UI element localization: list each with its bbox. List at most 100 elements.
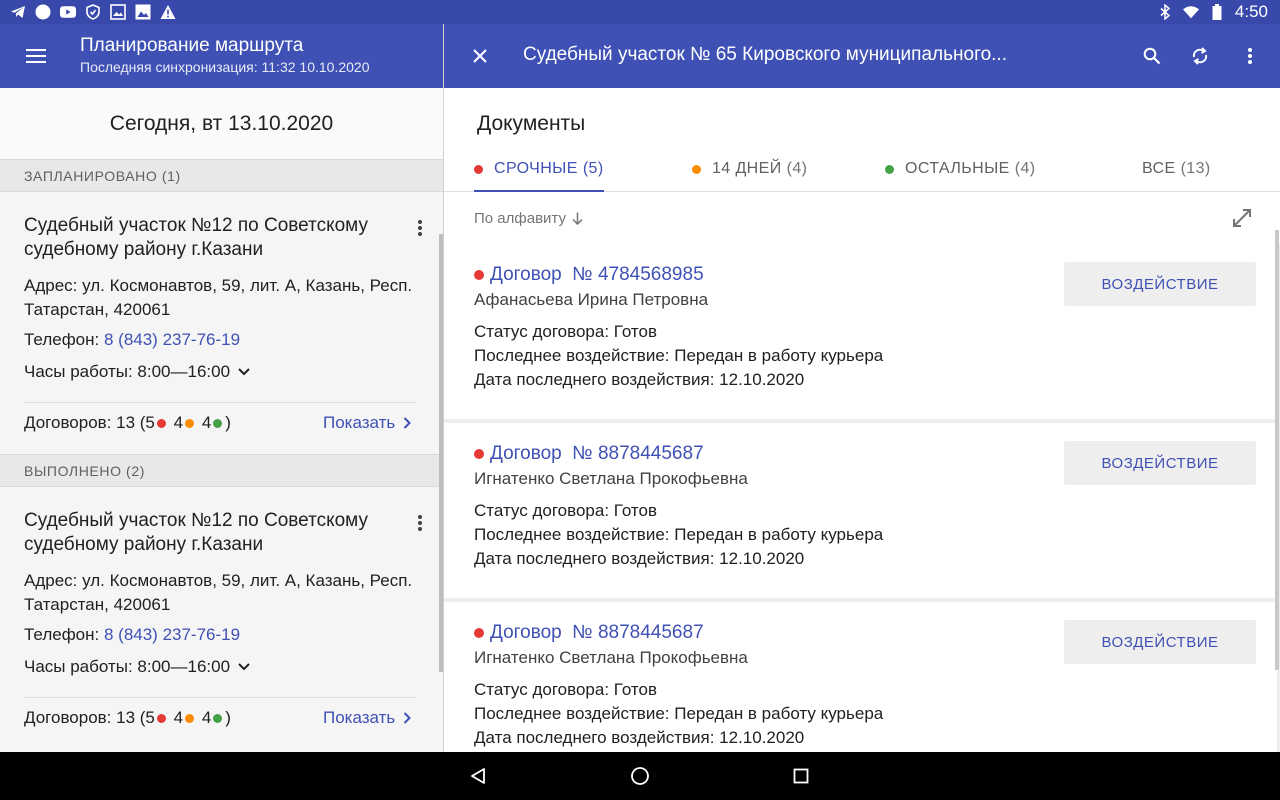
document-status: Статус договора: Готов: [474, 322, 657, 342]
telegram-icon: [10, 4, 26, 20]
document-last-action: Последнее воздействие: Передан в работу …: [474, 525, 883, 545]
tab-14-days[interactable]: 14 ДНЕЙ (4): [692, 150, 807, 192]
last-action-value: Передан в работу курьера: [674, 704, 884, 723]
vpn-shield-icon: [85, 4, 101, 20]
urgent-dot: [474, 449, 484, 459]
last-date-value: 12.10.2020: [719, 549, 805, 568]
more-vert-icon[interactable]: [408, 216, 432, 240]
sort-button[interactable]: По алфавиту: [474, 210, 584, 227]
chevron-down-icon[interactable]: [236, 659, 252, 675]
count-other: 4: [201, 708, 212, 727]
contracts-close: ): [225, 413, 231, 432]
document-card[interactable]: Договор № 8878445687 Игнатенко Светлана …: [444, 423, 1277, 598]
tab-label: 14 ДНЕЙ: [712, 160, 782, 177]
bluetooth-icon: [1157, 4, 1173, 20]
home-icon[interactable]: [628, 764, 652, 788]
right-toolbar: Судебный участок № 65 Кировского муницип…: [444, 24, 1280, 88]
close-icon[interactable]: [466, 42, 494, 70]
recents-icon[interactable]: [789, 764, 813, 788]
tab-all[interactable]: ВСЕ (13): [1142, 150, 1211, 192]
status-value: Готов: [613, 680, 658, 699]
left-toolbar-title: Планирование маршрута: [80, 35, 304, 56]
address-label: Адрес:: [24, 276, 78, 295]
sort-bar: По алфавиту: [444, 192, 1280, 244]
tab-other[interactable]: ОСТАЛЬНЫЕ (4): [885, 150, 1036, 192]
document-card[interactable]: Договор № 8878445687 Игнатенко Светлана …: [444, 602, 1277, 752]
14-days-dot: [692, 165, 701, 174]
urgent-dot: [474, 165, 483, 174]
route-stop-card[interactable]: Судебный участок №12 по Советскому судеб…: [0, 192, 439, 454]
phone-label: Телефон:: [24, 330, 100, 349]
tab-count: (4): [1014, 160, 1036, 177]
document-title: Договор № 8878445687: [490, 622, 704, 643]
action-button[interactable]: ВОЗДЕЙСТВИЕ: [1064, 441, 1256, 485]
last-action-value: Передан в работу курьера: [674, 346, 884, 365]
image-icon: [110, 4, 126, 20]
tab-count: (5): [582, 160, 604, 177]
phone-label: Телефон:: [24, 625, 100, 644]
stop-phone: Телефон: 8 (843) 237-76-19: [24, 330, 240, 350]
urgent-dot: [156, 713, 166, 723]
last-date-value: 12.10.2020: [719, 370, 805, 389]
route-stop-card[interactable]: Судебный участок №12 по Советскому судеб…: [0, 487, 439, 749]
stop-address: Адрес: ул. Космонавтов, 59, лит. А, Каза…: [24, 569, 424, 617]
back-icon[interactable]: [466, 764, 490, 788]
documents-title: Документы: [477, 112, 586, 135]
document-last-action: Последнее воздействие: Передан в работу …: [474, 346, 883, 366]
section-planned-header: ЗАПЛАНИРОВАНО (1): [0, 159, 443, 192]
phone-link[interactable]: 8 (843) 237-76-19: [104, 330, 240, 349]
document-link[interactable]: Договор № 8878445687: [474, 622, 704, 644]
show-label: Показать: [323, 708, 396, 727]
count-14-days: 4: [173, 413, 184, 432]
sync-icon[interactable]: [1186, 42, 1214, 70]
sync-status: Последняя синхронизация: 11:32 10.10.202…: [80, 59, 370, 75]
other-dot: [213, 418, 223, 428]
show-contracts-button[interactable]: Показать: [323, 413, 413, 433]
section-completed-header: ВЫПОЛНЕНО (2): [0, 454, 443, 487]
action-button[interactable]: ВОЗДЕЙСТВИЕ: [1064, 262, 1256, 306]
more-vert-icon[interactable]: [1236, 42, 1264, 70]
scrollbar[interactable]: [1275, 230, 1279, 670]
count-urgent: 5: [145, 708, 155, 727]
status-label: Статус договора:: [474, 680, 610, 699]
last-action-label: Последнее воздействие:: [474, 525, 670, 544]
stop-phone: Телефон: 8 (843) 237-76-19: [24, 625, 240, 645]
battery-icon: [1209, 4, 1225, 20]
divider: [24, 402, 416, 403]
circle-icon: [35, 4, 51, 20]
chevron-down-icon[interactable]: [236, 364, 252, 380]
document-last-action: Последнее воздействие: Передан в работу …: [474, 704, 883, 724]
document-link[interactable]: Договор № 4784568985: [474, 264, 704, 286]
document-link[interactable]: Договор № 8878445687: [474, 443, 704, 465]
tab-urgent[interactable]: СРОЧНЫЕ (5): [474, 150, 604, 192]
show-contracts-button[interactable]: Показать: [323, 708, 413, 728]
chevron-right-icon: [403, 711, 413, 725]
chevron-right-icon: [403, 416, 413, 430]
status-bar-notifications: [10, 3, 176, 21]
expand-icon[interactable]: [1230, 206, 1254, 230]
stop-address: Адрес: ул. Космонавтов, 59, лит. А, Каза…: [24, 274, 424, 322]
urgent-dot: [474, 628, 484, 638]
phone-link[interactable]: 8 (843) 237-76-19: [104, 625, 240, 644]
search-icon[interactable]: [1138, 42, 1166, 70]
more-vert-icon[interactable]: [408, 511, 432, 535]
document-card[interactable]: Договор № 4784568985 Афанасьева Ирина Пе…: [444, 244, 1277, 419]
status-bar: 4:50: [0, 0, 1280, 24]
show-label: Показать: [323, 413, 396, 432]
right-toolbar-title: Судебный участок № 65 Кировского муницип…: [523, 44, 1007, 65]
tab-count: (13): [1180, 160, 1211, 177]
contracts-summary: Договоров: 13 ( 5 4 4): [24, 708, 231, 728]
hours-value: 8:00—16:00: [137, 657, 231, 676]
status-value: Готов: [613, 322, 658, 341]
status-time: 4:50: [1234, 2, 1268, 21]
route-pane: Сегодня, вт 13.10.2020 ЗАПЛАНИРОВАНО (1)…: [0, 88, 443, 752]
menu-icon[interactable]: [20, 44, 52, 68]
last-date-label: Дата последнего воздействия:: [474, 549, 715, 568]
document-status: Статус договора: Готов: [474, 501, 657, 521]
action-button[interactable]: ВОЗДЕЙСТВИЕ: [1064, 620, 1256, 664]
document-title: Договор № 4784568985: [490, 264, 704, 285]
urgent-dot: [156, 418, 166, 428]
14-days-dot: [185, 418, 195, 428]
other-dot: [213, 713, 223, 723]
wifi-icon: [1182, 4, 1199, 20]
